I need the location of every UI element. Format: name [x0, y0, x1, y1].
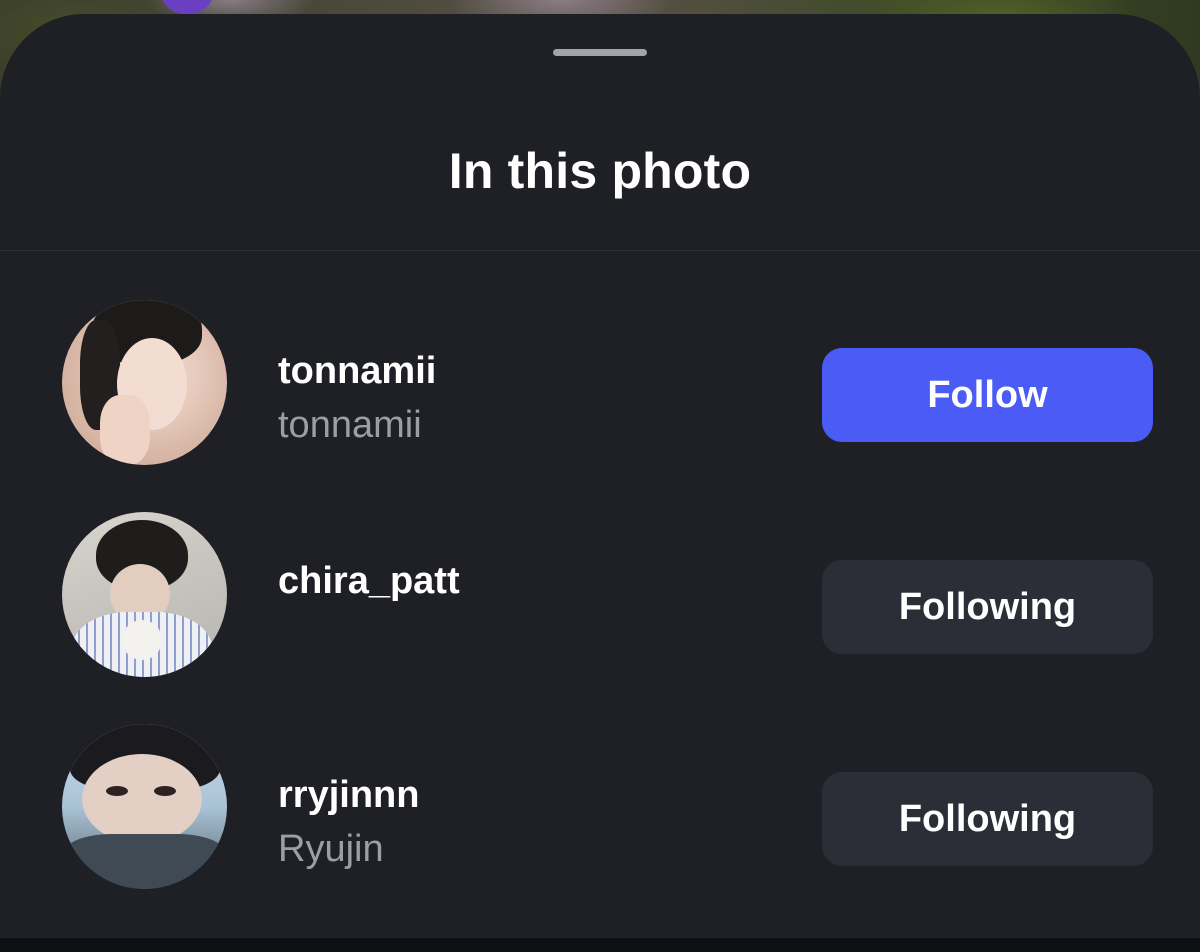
- avatar[interactable]: [62, 512, 227, 677]
- display-name: Ryujin: [278, 828, 384, 870]
- avatar[interactable]: [62, 724, 227, 889]
- follow-button[interactable]: Follow: [822, 348, 1153, 442]
- header-divider: [0, 250, 1200, 251]
- person-row-rryjinnn[interactable]: rryjinnn Ryujin Following: [0, 724, 1200, 894]
- person-row-chira-patt[interactable]: chira_patt Following: [0, 512, 1200, 682]
- following-button[interactable]: Following: [822, 772, 1153, 866]
- display-name: tonnamii: [278, 404, 422, 446]
- username[interactable]: chira_patt: [278, 560, 460, 603]
- sheet-drag-handle[interactable]: [553, 49, 647, 56]
- username[interactable]: tonnamii: [278, 350, 436, 393]
- sheet-title: In this photo: [448, 143, 752, 199]
- bottom-edge: [0, 938, 1200, 952]
- username[interactable]: rryjinnn: [278, 774, 419, 817]
- bottom-sheet: In this photo tonnamii tonnamii Follow c…: [0, 14, 1200, 938]
- person-row-tonnamii[interactable]: tonnamii tonnamii Follow: [0, 300, 1200, 470]
- following-button[interactable]: Following: [822, 560, 1153, 654]
- avatar[interactable]: [62, 300, 227, 465]
